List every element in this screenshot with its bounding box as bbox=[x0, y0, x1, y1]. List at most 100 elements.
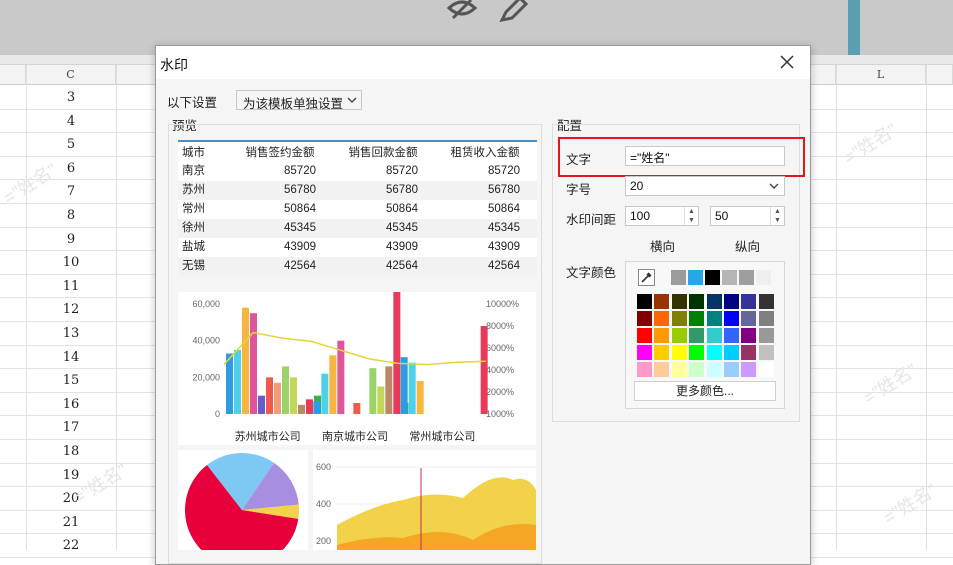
color-swatch[interactable] bbox=[706, 328, 722, 343]
color-swatch[interactable] bbox=[688, 270, 703, 285]
color-swatch[interactable] bbox=[654, 294, 670, 309]
table-row: 徐州 45345 45345 45345 bbox=[178, 219, 537, 238]
color-swatch[interactable] bbox=[706, 311, 722, 326]
pie-chart-panel bbox=[178, 450, 308, 565]
table-row: 常州 50864 50864 50864 bbox=[178, 200, 537, 219]
color-swatch[interactable] bbox=[689, 345, 705, 360]
table-cell: 42564 bbox=[386, 260, 418, 272]
color-swatch[interactable] bbox=[705, 270, 720, 285]
color-swatch[interactable] bbox=[689, 311, 705, 326]
color-swatch[interactable] bbox=[724, 362, 739, 377]
color-swatch[interactable] bbox=[739, 270, 754, 285]
color-swatch[interactable] bbox=[724, 328, 739, 343]
color-swatch[interactable] bbox=[654, 328, 670, 343]
bar bbox=[329, 355, 337, 414]
color-swatch[interactable] bbox=[706, 294, 722, 309]
color-swatch[interactable] bbox=[741, 345, 757, 360]
color-swatch[interactable] bbox=[724, 294, 739, 309]
table-header-cell: 销售回款金额 bbox=[348, 147, 418, 159]
color-swatch[interactable] bbox=[741, 311, 757, 326]
preview-table-header: 城市 销售签约金额 销售回款金额 租赁收入金额 bbox=[178, 140, 537, 162]
color-swatch[interactable] bbox=[637, 328, 652, 343]
color-swatch[interactable] bbox=[756, 270, 771, 285]
color-swatch[interactable] bbox=[758, 311, 774, 326]
color-swatch[interactable] bbox=[758, 328, 774, 343]
color-swatch[interactable] bbox=[741, 328, 757, 343]
color-swatch[interactable] bbox=[637, 294, 652, 309]
row-number: 16 bbox=[62, 396, 80, 412]
color-swatch[interactable] bbox=[654, 345, 670, 360]
color-swatch[interactable] bbox=[758, 294, 774, 309]
y2-tick-label: 4000% bbox=[486, 365, 514, 375]
color-swatch[interactable] bbox=[671, 328, 687, 343]
row-number: 13 bbox=[62, 326, 80, 341]
table-row: 南京 85720 85720 85720 bbox=[178, 162, 537, 181]
font-size-select[interactable]: 20 bbox=[625, 176, 785, 196]
accent-bar bbox=[848, 0, 860, 55]
more-colors-button[interactable]: 更多颜色... bbox=[634, 381, 776, 401]
spin-down-icon[interactable]: ▼ bbox=[771, 216, 784, 225]
eyedropper-button[interactable] bbox=[638, 269, 655, 286]
color-swatch[interactable] bbox=[654, 362, 670, 377]
color-swatch[interactable] bbox=[741, 362, 757, 377]
color-swatch[interactable] bbox=[671, 345, 687, 360]
table-cell: 42564 bbox=[488, 260, 520, 272]
color-swatch[interactable] bbox=[724, 311, 739, 326]
row-header-corner bbox=[0, 65, 26, 85]
spin-up-icon[interactable]: ▲ bbox=[685, 207, 698, 216]
column-header-c[interactable]: C bbox=[26, 65, 116, 85]
scope-select[interactable]: 为该模板单独设置 bbox=[236, 90, 362, 111]
color-swatch[interactable] bbox=[722, 270, 737, 285]
spin-down-icon[interactable]: ▼ bbox=[685, 216, 698, 225]
bar bbox=[369, 368, 377, 414]
table-cell: 43909 bbox=[284, 241, 316, 253]
column-header[interactable] bbox=[116, 65, 156, 85]
color-swatch[interactable] bbox=[689, 328, 705, 343]
table-cell: 50864 bbox=[488, 203, 520, 215]
color-swatch[interactable] bbox=[741, 294, 757, 309]
font-size-value: 20 bbox=[630, 179, 644, 193]
spacing-label: 水印间距 bbox=[566, 213, 617, 227]
color-swatch[interactable] bbox=[671, 270, 686, 285]
spacing-horizontal-input[interactable]: 100 ▲ ▼ bbox=[625, 206, 699, 226]
column-header-l[interactable]: L bbox=[836, 65, 926, 85]
color-swatch[interactable] bbox=[758, 362, 774, 377]
pencil-icon[interactable] bbox=[496, 0, 530, 22]
color-swatch[interactable] bbox=[637, 311, 652, 326]
color-swatch[interactable] bbox=[637, 362, 652, 377]
preview-table: 城市 销售签约金额 销售回款金额 租赁收入金额 南京 85720 85720 85720 苏州 5… bbox=[178, 140, 537, 276]
color-swatch[interactable] bbox=[689, 294, 705, 309]
color-swatch[interactable] bbox=[654, 311, 670, 326]
spin-buttons[interactable]: ▲ ▼ bbox=[770, 207, 784, 225]
area-chart: 600 400 200 bbox=[316, 462, 536, 550]
color-swatch[interactable] bbox=[689, 362, 705, 377]
column-header[interactable] bbox=[810, 65, 836, 85]
dialog-title-bar: 水印 bbox=[156, 46, 810, 79]
color-swatch[interactable] bbox=[671, 362, 687, 377]
color-swatch[interactable] bbox=[671, 294, 687, 309]
color-swatch[interactable] bbox=[637, 345, 652, 360]
close-icon[interactable] bbox=[778, 53, 796, 71]
row-number: 21 bbox=[62, 514, 80, 530]
color-swatch[interactable] bbox=[724, 345, 739, 360]
table-cell: 85720 bbox=[284, 165, 316, 177]
table-cell: 徐州 bbox=[182, 222, 205, 234]
table-cell: 南京 bbox=[182, 165, 205, 177]
series-line bbox=[223, 331, 487, 366]
y-tick-label: 200 bbox=[316, 536, 331, 546]
y2-tick-label: 6000% bbox=[486, 343, 514, 353]
color-swatch[interactable] bbox=[758, 345, 774, 360]
eye-slash-icon[interactable] bbox=[445, 0, 479, 22]
chevron-down-icon bbox=[347, 97, 357, 103]
spin-up-icon[interactable]: ▲ bbox=[771, 207, 784, 216]
spin-buttons[interactable]: ▲ ▼ bbox=[684, 207, 698, 225]
color-swatch[interactable] bbox=[671, 311, 687, 326]
table-cell: 50864 bbox=[284, 203, 316, 215]
table-cell: 45345 bbox=[386, 222, 418, 234]
column-header[interactable] bbox=[926, 65, 953, 85]
table-header-cell: 销售签约金额 bbox=[245, 147, 315, 159]
y-tick-label: 600 bbox=[316, 462, 331, 472]
spacing-vertical-input[interactable]: 50 ▲ ▼ bbox=[710, 206, 785, 226]
color-swatch[interactable] bbox=[706, 362, 722, 377]
color-swatch[interactable] bbox=[706, 345, 722, 360]
